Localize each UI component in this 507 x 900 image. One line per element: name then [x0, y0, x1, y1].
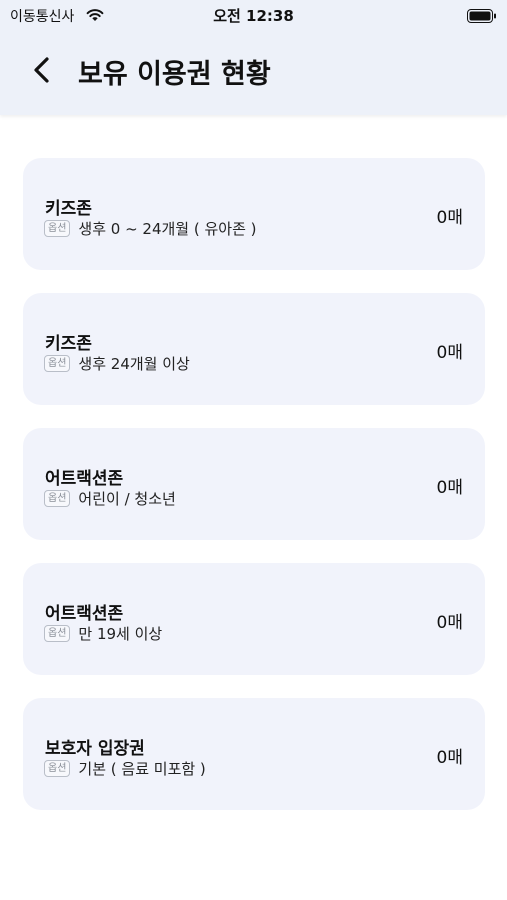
- ticket-title: 어트랙션존: [45, 604, 124, 624]
- chevron-left-icon: [34, 57, 49, 83]
- option-text: 기본 ( 음료 미포함 ): [78, 760, 206, 778]
- ticket-card: 보호자 입장권 옵션 기본 ( 음료 미포함 ) 0매: [23, 698, 485, 810]
- ticket-count: 0매: [436, 343, 463, 363]
- option-text: 생후 24개월 이상: [78, 355, 190, 373]
- ticket-card: 어트랙션존 옵션 어린이 / 청소년 0매: [23, 428, 485, 540]
- ticket-option: 옵션 만 19세 이상: [44, 623, 162, 644]
- ticket-option: 옵션 기본 ( 음료 미포함 ): [44, 758, 206, 779]
- ticket-count: 0매: [436, 748, 463, 768]
- ticket-list: 키즈존 옵션 생후 0 ~ 24개월 ( 유아존 ) 0매 키즈존 옵션 생후 …: [23, 158, 485, 833]
- ticket-count: 0매: [436, 478, 463, 498]
- option-badge: 옵션: [44, 490, 71, 507]
- option-badge: 옵션: [44, 355, 71, 372]
- option-text: 만 19세 이상: [78, 625, 163, 643]
- ticket-title: 키즈존: [45, 199, 92, 219]
- ticket-card: 어트랙션존 옵션 만 19세 이상 0매: [23, 563, 485, 675]
- status-bar: 이동통신사 오전 12:38: [0, 0, 507, 30]
- ticket-title: 어트랙션존: [45, 469, 124, 489]
- ticket-title: 보호자 입장권: [45, 739, 145, 759]
- option-badge: 옵션: [44, 220, 71, 237]
- status-time: 오전 12:38: [213, 7, 294, 25]
- option-badge: 옵션: [44, 625, 71, 642]
- option-text: 생후 0 ~ 24개월 ( 유아존 ): [78, 220, 257, 238]
- nav-bar: 보유 이용권 현황: [0, 40, 507, 100]
- ticket-card: 키즈존 옵션 생후 0 ~ 24개월 ( 유아존 ) 0매: [23, 158, 485, 270]
- ticket-option: 옵션 생후 0 ~ 24개월 ( 유아존 ): [44, 218, 257, 239]
- ticket-card: 키즈존 옵션 생후 24개월 이상 0매: [23, 293, 485, 405]
- ticket-option: 옵션 어린이 / 청소년: [44, 488, 176, 509]
- back-button[interactable]: [22, 50, 62, 90]
- ticket-option: 옵션 생후 24개월 이상: [44, 353, 190, 374]
- option-badge: 옵션: [44, 760, 71, 777]
- ticket-count: 0매: [436, 613, 463, 633]
- ticket-title: 키즈존: [45, 334, 92, 354]
- ticket-count: 0매: [436, 208, 463, 228]
- page-title: 보유 이용권 현황: [78, 59, 271, 90]
- battery-icon: [467, 8, 497, 27]
- option-text: 어린이 / 청소년: [78, 490, 176, 508]
- header: 이동통신사 오전 12:38 보유 이용권 현황: [0, 0, 507, 115]
